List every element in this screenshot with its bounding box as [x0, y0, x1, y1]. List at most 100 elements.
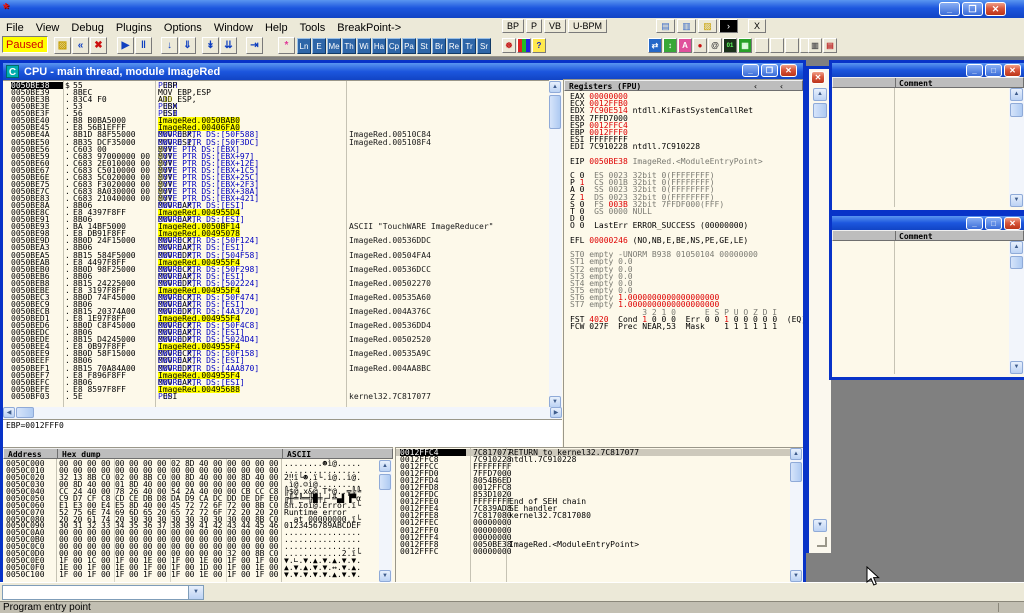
menubar-button-ubpm[interactable]: U-BPM: [568, 19, 607, 33]
toolbar-appearance-colors-icon[interactable]: [517, 38, 531, 53]
menubar-log-icon[interactable]: ▥: [677, 19, 696, 33]
toolbar-pane-button-st[interactable]: St: [417, 38, 431, 54]
menu-view[interactable]: View: [30, 20, 66, 34]
toolbar-binary-icon[interactable]: 01: [723, 38, 737, 53]
comment-window-1-titlebar[interactable]: _ □ ✕: [832, 63, 1024, 77]
stack-row[interactable]: 0012FFF80050BE38ImageRed.<ModuleEntryPoi…: [396, 541, 803, 548]
toolbar-step-into-icon[interactable]: ↓: [161, 37, 178, 54]
toolbar-pane-button-br[interactable]: Br: [432, 38, 446, 54]
dump-pane[interactable]: Address Hex dump ASCII 0050C00000 00 00 …: [3, 447, 393, 582]
sliver-close-button[interactable]: ✕: [811, 71, 825, 84]
background-window-sliver[interactable]: ✕ ▲ ▼: [806, 66, 831, 553]
maximize-icon[interactable]: □: [985, 64, 1002, 77]
toolbar-screen-icon[interactable]: ▦: [738, 38, 752, 53]
register-line[interactable]: FCW 027F Prec NEAR,53 Mask 1 1 1 1 1 1: [566, 323, 803, 330]
disassembly-hscrollbar[interactable]: ◀ ▶: [3, 407, 562, 419]
registers-nav-right-icon[interactable]: ‹: [779, 82, 784, 91]
cpu-window[interactable]: C CPU - main thread, module ImageRed _ ❐…: [0, 60, 806, 582]
toolbar-open-file-icon[interactable]: ▨: [54, 37, 71, 54]
toolbar-pane-button-ln[interactable]: Ln: [297, 38, 311, 54]
stack-row[interactable]: 0012FFC87C910228ntdll.7C910228: [396, 456, 803, 463]
minimize-icon[interactable]: _: [742, 64, 759, 77]
stack-row[interactable]: 0012FFEC00000000: [396, 519, 803, 526]
close-button[interactable]: ✕: [985, 2, 1006, 16]
minimize-button[interactable]: _: [939, 2, 960, 16]
stack-row[interactable]: 0012FFC47C817077RETURN to kernel32.7C817…: [396, 449, 803, 456]
menubar-folder-icon[interactable]: ▨: [698, 19, 717, 33]
cpu-titlebar[interactable]: C CPU - main thread, module ImageRed _ ❐…: [3, 63, 803, 80]
disasm-row[interactable]: 0050BE3E.53PUSH EBX: [3, 103, 549, 110]
scroll-up-icon[interactable]: ▲: [379, 460, 391, 472]
toolbar-blank-button[interactable]: [755, 38, 769, 53]
restore-button[interactable]: ❐: [962, 2, 983, 16]
toolbar-animate-over-icon[interactable]: ⇊: [220, 37, 237, 54]
scroll-left-icon[interactable]: ◀: [3, 407, 15, 418]
stack-row[interactable]: 0012FFE0FFFFFFFFEnd of SEH chain: [396, 498, 803, 505]
scroll-thumb[interactable]: [1010, 256, 1023, 269]
scroll-thumb[interactable]: [790, 462, 802, 482]
scroll-thumb[interactable]: [1010, 103, 1023, 117]
sliver-resize-grip[interactable]: [817, 537, 827, 547]
stack-row[interactable]: 0012FFCCFFFFFFFF: [396, 463, 803, 470]
scrollbar[interactable]: ▲ ▼: [1009, 88, 1024, 207]
close-icon[interactable]: ✕: [780, 64, 797, 77]
menu-help[interactable]: Help: [259, 20, 294, 34]
stack-row[interactable]: 0012FFF000000000: [396, 527, 803, 534]
minimize-icon[interactable]: _: [966, 217, 983, 230]
sliver-scroll-thumb[interactable]: [813, 103, 827, 118]
toolbar-pane-button-ha[interactable]: Ha: [372, 38, 386, 54]
sliver-scroll-down-icon[interactable]: ▼: [813, 519, 827, 532]
scrollbar[interactable]: ▲ ▼: [1009, 241, 1024, 374]
command-combobox[interactable]: ▼: [2, 585, 204, 600]
scroll-up-icon[interactable]: ▲: [1010, 88, 1023, 101]
register-line[interactable]: EFL 00000246 (NO,NB,E,BE,NS,PE,GE,LE): [566, 237, 803, 244]
toolbar-pane-button-re[interactable]: Re: [447, 38, 461, 54]
maximize-icon[interactable]: □: [985, 217, 1002, 230]
register-line[interactable]: O 0 LastErr ERROR_SUCCESS (00000000): [566, 222, 803, 229]
scroll-up-icon[interactable]: ▲: [1010, 241, 1023, 254]
menubar-console-icon[interactable]: ›: [719, 19, 738, 33]
toolbar-record-icon[interactable]: ●: [693, 38, 707, 53]
scroll-right-icon[interactable]: ▶: [550, 407, 562, 418]
combo-dropdown-icon[interactable]: ▼: [188, 586, 203, 599]
toolbar-columns-icon[interactable]: ▥: [808, 38, 822, 53]
menu-options[interactable]: Options: [158, 20, 208, 34]
disasm-row[interactable]: 0050BEFE.E8 8597F8FFCALL ImageRed.004956…: [3, 386, 549, 393]
toolbar-pane-button-me[interactable]: Me: [327, 38, 341, 54]
stack-pane[interactable]: 0012FFC47C817077RETURN to kernel32.7C817…: [395, 447, 803, 582]
dump-scrollbar[interactable]: ▲ ▼: [379, 460, 392, 582]
register-line[interactable]: EIP 0050BE38 ImageRed.<ModuleEntryPoint>: [566, 158, 803, 165]
scroll-thumb[interactable]: [16, 407, 34, 418]
disasm-row[interactable]: 0050BF03.5EPOP ESIkernel32.7C817077: [3, 393, 549, 400]
toolbar-blank-button[interactable]: [785, 38, 799, 53]
toolbar-run-icon[interactable]: ▶: [117, 37, 134, 54]
menubar-close-button[interactable]: X: [748, 19, 766, 33]
registers-pane[interactable]: Registers (FPU) ‹ ‹ EAX 00000000ECX 0012…: [563, 79, 803, 448]
menubar-button-vb[interactable]: VB: [544, 19, 566, 33]
toolbar-swap-arrows-icon[interactable]: ⇄: [648, 38, 662, 53]
scroll-down-icon[interactable]: ▼: [790, 570, 802, 582]
toolbar-close-program-icon[interactable]: ✖: [90, 37, 107, 54]
minimize-icon[interactable]: _: [966, 64, 983, 77]
toolbar-pane-button-wi[interactable]: Wi: [357, 38, 371, 54]
toolbar-pane-button-pa[interactable]: Pa: [402, 38, 416, 54]
stack-row[interactable]: 0012FFE87C817080kernel32.7C817080: [396, 512, 803, 519]
menu-breakpoint[interactable]: BreakPoint->: [331, 20, 407, 34]
main-titlebar[interactable]: * _ ❐ ✕: [0, 0, 1024, 18]
toolbar-log-list-icon[interactable]: ▤: [823, 38, 837, 53]
toolbar-animate-into-icon[interactable]: ↡: [202, 37, 219, 54]
comment-window-2[interactable]: _ □ ✕ Comment ▲ ▼: [829, 213, 1024, 380]
stack-row[interactable]: 0012FFFC00000000: [396, 548, 803, 555]
scroll-thumb[interactable]: [549, 95, 561, 129]
toolbar-pane-button-tr[interactable]: Tr: [462, 38, 476, 54]
toolbar-sort-icon[interactable]: ↕: [663, 38, 677, 53]
menubar-button-bp[interactable]: BP: [502, 19, 524, 33]
menu-window[interactable]: Window: [208, 20, 259, 34]
close-icon[interactable]: ✕: [1004, 217, 1021, 230]
toolbar-assemble-icon[interactable]: A: [678, 38, 692, 53]
toolbar-blank-button[interactable]: [770, 38, 784, 53]
comment-window-1[interactable]: _ □ ✕ Comment ▲ ▼: [829, 60, 1024, 213]
disasm-row[interactable]: 0050BE3B.83C4 F0ADD ESP,-10: [3, 96, 549, 103]
scroll-up-icon[interactable]: ▲: [549, 81, 561, 93]
restore-icon[interactable]: ❐: [761, 64, 778, 77]
